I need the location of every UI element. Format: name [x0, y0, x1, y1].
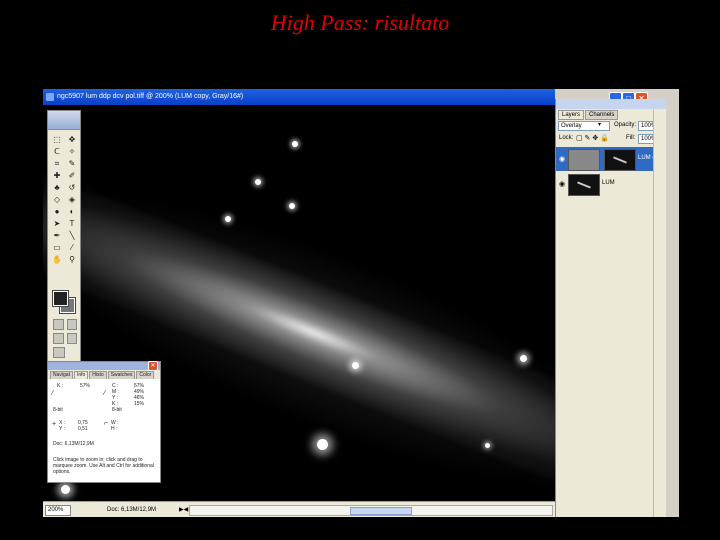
path-selection-tool-icon[interactable]: ➤ — [51, 219, 63, 229]
scrollbar-thumb[interactable] — [350, 507, 412, 515]
line-tool-icon[interactable]: ╲ — [66, 231, 78, 241]
info-k-label: K : — [57, 383, 64, 389]
document-statusbar: 200% Doc: 6,13M/12,9M ▶◀ — [43, 501, 555, 517]
layer-name: LUM — [602, 180, 615, 186]
info-bit-right: 8-bit — [112, 407, 122, 413]
notes-tool-icon[interactable]: ▭ — [51, 243, 63, 253]
blend-mode-select[interactable]: Overlay — [558, 121, 610, 131]
info-k-value: 57% — [80, 383, 91, 389]
layer-row-lum[interactable]: ◉ LUM — [556, 172, 666, 196]
clone-stamp-tool-icon[interactable]: ♣ — [51, 183, 63, 193]
blur-tool-icon[interactable]: ● — [51, 207, 63, 217]
screen-mode-full-icon[interactable] — [66, 333, 77, 344]
star — [352, 362, 359, 369]
info-palette-close-button[interactable]: ✕ — [148, 361, 158, 371]
star — [289, 203, 295, 209]
fill-label: Fill: — [626, 135, 636, 141]
toolbox-header-icon — [48, 111, 80, 130]
crop-tool-icon[interactable]: ⌗ — [51, 159, 63, 169]
crosshair-icon: + — [52, 421, 57, 428]
screen-mode-icon[interactable] — [53, 333, 64, 344]
info-y-coord-label: Y : — [59, 426, 66, 432]
info-k2-value: 15% — [134, 401, 145, 407]
brush-tool-icon[interactable]: ✐ — [66, 171, 78, 181]
info-palette: ✕ Navigat Info Histo Swatches Color K : … — [47, 361, 161, 483]
pen-tool-icon[interactable]: ✒ — [51, 231, 63, 241]
layers-scrollbar[interactable] — [653, 109, 666, 517]
layer-thumbnail — [568, 149, 600, 171]
eye-icon[interactable]: ◉ — [559, 180, 565, 188]
star — [317, 439, 328, 450]
star — [292, 141, 298, 147]
magic-wand-tool-icon[interactable]: ✧ — [66, 147, 78, 157]
star — [61, 485, 70, 494]
photoshop-icon — [46, 93, 54, 101]
eyedropper-icon: ⁄ — [52, 390, 54, 397]
star — [485, 443, 490, 448]
dodge-tool-icon[interactable]: ◐ — [66, 207, 78, 217]
photoshop-window: _ □ ✕ ngc5907 lum ddp dcv pol.tiff @ 200… — [43, 89, 679, 517]
eyedropper-tool-icon[interactable]: ⁄ — [66, 243, 78, 253]
star — [255, 179, 261, 185]
layers-palette-titlebar[interactable] — [556, 99, 666, 109]
paint-bucket-tool-icon[interactable]: ◈ — [66, 195, 78, 205]
healing-brush-tool-icon[interactable]: ✚ — [51, 171, 63, 181]
doc-size-info[interactable]: Doc: 6,13M/12,9M — [107, 502, 156, 517]
eye-icon[interactable]: ◉ — [559, 155, 565, 163]
eraser-tool-icon[interactable]: ◇ — [51, 195, 63, 205]
lock-label: Lock: — [559, 135, 574, 141]
star — [520, 355, 527, 362]
tab-layers[interactable]: Layers — [558, 110, 585, 120]
layer-mask-thumbnail — [604, 149, 636, 171]
horizontal-scrollbar[interactable] — [189, 505, 553, 516]
selection-size-icon: ⌐ — [104, 420, 109, 427]
type-tool-icon[interactable]: T — [66, 219, 78, 229]
zoom-tool-icon[interactable]: ⚲ — [66, 255, 78, 265]
document-title: ngc5907 lum ddp dcv pol.tiff @ 200% (LUM… — [57, 93, 244, 100]
jump-to-imageready-icon[interactable] — [53, 347, 65, 358]
quick-mask-mode-icon[interactable] — [66, 319, 77, 330]
info-doc-size: Doc: 6,13M/12,9M — [53, 441, 94, 447]
slice-tool-icon[interactable]: ✎ — [66, 159, 78, 169]
layer-thumbnail — [568, 174, 600, 196]
star — [225, 216, 231, 222]
info-help-text: Click image to zoom in; click and drag t… — [53, 457, 154, 475]
info-body: K : 57% ⁄ C : 57% ⁄ M : 49% Y : 46% K : … — [48, 379, 160, 482]
info-y-coord-value: 0,51 — [78, 426, 88, 432]
lasso-tool-icon[interactable]: ᑕ — [51, 147, 63, 157]
layer-row-lum-copy[interactable]: ◉ LUM c... — [556, 147, 666, 171]
layers-palette: Layers Channels Overlay ▾ Opacity: 100% … — [555, 99, 666, 517]
zoom-field[interactable]: 200% — [45, 505, 71, 516]
document-titlebar[interactable]: ngc5907 lum ddp dcv pol.tiff @ 200% (LUM… — [43, 89, 555, 105]
slide-title: High Pass: risultato — [270, 10, 450, 35]
opacity-label: Opacity: — [614, 122, 637, 128]
foreground-color-swatch[interactable] — [52, 290, 69, 307]
toolbox: ⬚ ✥ ᑕ ✧ ⌗ ✎ ✚ ✐ ♣ ↺ ◇ ◈ ● ◐ ➤ T ✒ ╲ ▭ ⁄ … — [47, 110, 81, 362]
info-palette-titlebar[interactable] — [48, 362, 160, 370]
statusbar-arrow-icon[interactable]: ▶◀ — [179, 502, 188, 517]
info-bit-left: 8-bit — [53, 407, 63, 413]
hand-tool-icon[interactable]: ✋ — [51, 255, 63, 265]
standard-mode-icon[interactable] — [53, 319, 64, 330]
tab-channels[interactable]: Channels — [585, 110, 619, 120]
history-brush-tool-icon[interactable]: ↺ — [66, 183, 78, 193]
move-tool-icon[interactable]: ✥ — [66, 135, 78, 145]
lock-options-icon[interactable]: ▢ ✎ ✥ 🔒 — [576, 134, 609, 142]
marquee-tool-icon[interactable]: ⬚ — [51, 135, 63, 145]
chevron-down-icon[interactable]: ▾ — [598, 121, 601, 128]
eyedropper-icon: ⁄ — [104, 390, 106, 397]
info-h-label: H : — [111, 426, 118, 432]
